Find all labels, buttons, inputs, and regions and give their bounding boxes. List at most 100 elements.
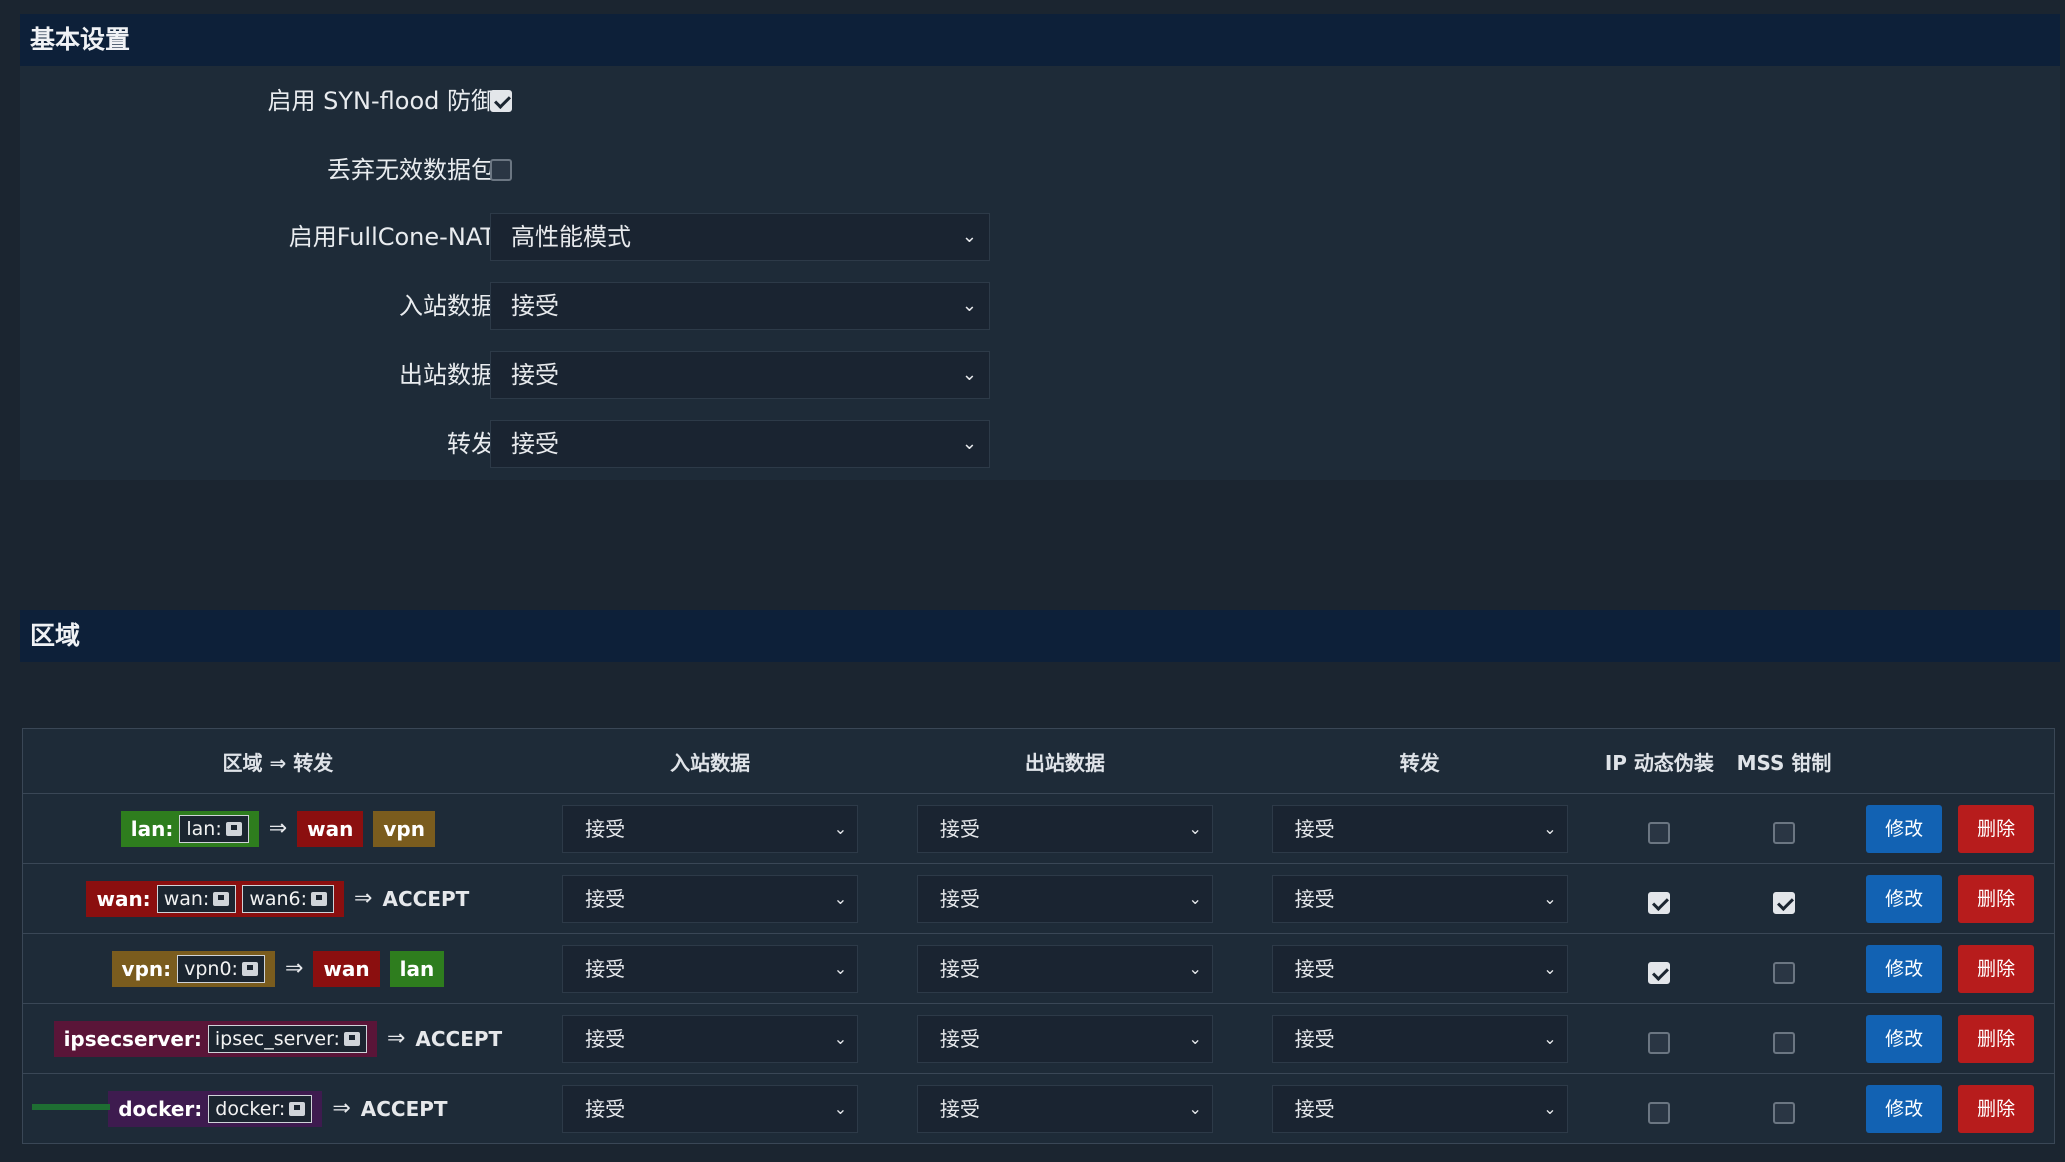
edit-button[interactable]: 修改	[1866, 1014, 1943, 1063]
mss-checkbox-wrap	[1773, 956, 1796, 984]
syn-flood-checkbox[interactable]	[490, 90, 512, 112]
output-value: 接受	[939, 1096, 980, 1121]
masq-cell	[1597, 1073, 1722, 1144]
forward-value: 接受	[1294, 816, 1335, 841]
drop-invalid-checkbox[interactable]	[490, 159, 512, 181]
zone-name: ipsecserver:	[63, 1026, 202, 1051]
interface-badge: wan6:	[242, 884, 335, 913]
input-select[interactable]: 接受 ⌄	[562, 944, 859, 993]
input-value: 接受	[585, 956, 626, 981]
output-value: 接受	[939, 886, 980, 911]
delete-button[interactable]: 删除	[1958, 1014, 2035, 1063]
chevron-down-icon: ⌄	[1543, 888, 1557, 908]
input-select[interactable]: 接受 ⌄	[490, 282, 990, 330]
masq-checkbox-wrap	[1648, 886, 1671, 914]
input-value: 接受	[585, 1026, 626, 1051]
masq-checkbox[interactable]	[1648, 891, 1671, 914]
chevron-down-icon: ⌄	[833, 958, 848, 978]
chevron-down-icon: ⌄	[1188, 818, 1202, 838]
delete-button[interactable]: 删除	[1958, 1084, 2035, 1133]
forward-select[interactable]: 接受 ⌄	[1271, 1084, 1568, 1133]
forward-select[interactable]: 接受 ⌄	[1271, 804, 1568, 853]
forward-select[interactable]: 接受 ⌄	[1271, 944, 1568, 993]
interface-name: ipsec_server:	[214, 1027, 340, 1050]
chevron-down-icon: ⌄	[1188, 1028, 1202, 1048]
delete-button[interactable]: 删除	[1958, 804, 2035, 853]
chevron-down-icon: ⌄	[1188, 958, 1202, 978]
output-select[interactable]: 接受 ⌄	[916, 1084, 1213, 1133]
forward-policy: ACCEPT	[382, 886, 470, 911]
mss-checkbox-wrap	[1773, 1096, 1796, 1124]
forward-select[interactable]: 接受 ⌄	[1271, 1014, 1568, 1063]
input-cell: 接受 ⌄	[532, 863, 888, 934]
output-select[interactable]: 接受 ⌄	[490, 351, 990, 399]
edit-button[interactable]: 修改	[1866, 804, 1943, 853]
output-select[interactable]: 接受 ⌄	[916, 944, 1213, 993]
edit-button[interactable]: 修改	[1866, 874, 1943, 923]
delete-button[interactable]: 删除	[1958, 944, 2035, 993]
fullcone-label: 启用FullCone-NAT	[288, 223, 495, 251]
actions-cell: 修改 删除	[1846, 793, 2055, 864]
actions-cell: 修改 删除	[1846, 1073, 2055, 1144]
input-select[interactable]: 接受 ⌄	[562, 1014, 859, 1063]
output-cell: 接受 ⌄	[887, 793, 1243, 864]
zones-table: 区域 ⇒ 转发 入站数据 出站数据 转发 IP 动态伪装 MSS 钳制 lan:…	[22, 728, 2055, 1144]
mss-checkbox[interactable]	[1773, 1031, 1796, 1054]
chevron-down-icon: ⌄	[961, 295, 977, 316]
header-mss: MSS 钳制	[1721, 728, 1847, 794]
mss-checkbox[interactable]	[1773, 1101, 1796, 1124]
output-select[interactable]: 接受 ⌄	[916, 874, 1213, 923]
delete-button[interactable]: 删除	[1958, 874, 2035, 923]
table-row: ipsecserver: ipsec_server: ⇒ ACCEPT 接受 ⌄ 接受 ⌄ 接受…	[22, 1003, 2055, 1074]
network-port-icon	[343, 1031, 360, 1046]
masq-checkbox-wrap	[1648, 1096, 1671, 1124]
fullcone-row: 启用FullCone-NAT 高性能模式 ⌄	[20, 212, 1020, 262]
network-port-icon	[225, 821, 242, 836]
masq-checkbox[interactable]	[1648, 1031, 1671, 1054]
forward-value: 接受	[1294, 1096, 1335, 1121]
forward-select[interactable]: 接受 ⌄	[490, 420, 990, 468]
input-select[interactable]: 接受 ⌄	[562, 804, 859, 853]
section-title: 区域	[20, 610, 2060, 662]
chevron-down-icon: ⌄	[961, 364, 977, 385]
header-output: 出站数据	[887, 728, 1243, 794]
output-value: 接受	[939, 956, 980, 981]
input-value: 接受	[511, 292, 559, 320]
interface-badge: ipsec_server:	[207, 1024, 367, 1053]
output-select[interactable]: 接受 ⌄	[916, 804, 1213, 853]
masq-checkbox[interactable]	[1648, 1101, 1671, 1124]
input-select[interactable]: 接受 ⌄	[562, 1084, 859, 1133]
masq-checkbox[interactable]	[1648, 821, 1671, 844]
zone-cell: ipsecserver: ipsec_server: ⇒ ACCEPT	[22, 1003, 533, 1074]
header-actions	[1846, 728, 2055, 794]
basic-settings-body: 启用 SYN-flood 防御 丢弃无效数据包 启用FullCone-NAT 高…	[20, 66, 2060, 480]
actions-cell: 修改 删除	[1846, 933, 2055, 1004]
masq-cell	[1597, 1003, 1722, 1074]
fullcone-select[interactable]: 高性能模式 ⌄	[490, 213, 990, 261]
output-select[interactable]: 接受 ⌄	[916, 1014, 1213, 1063]
mss-checkbox[interactable]	[1773, 821, 1796, 844]
input-select[interactable]: 接受 ⌄	[562, 874, 859, 923]
forward-policy: ACCEPT	[415, 1026, 503, 1051]
masq-checkbox[interactable]	[1648, 961, 1671, 984]
interface-badge: lan:	[179, 814, 249, 843]
zones-section: 区域 区域 ⇒ 转发 入站数据 出站数据 转发 IP 动态伪装 MSS 钳制 l…	[20, 610, 2060, 1162]
zone-forward-group: lan: lan: ⇒ wan vpn	[23, 810, 533, 847]
zone-badge: docker: docker:	[108, 1090, 323, 1127]
output-label: 出站数据	[399, 361, 495, 389]
input-value: 接受	[585, 1096, 626, 1121]
forward-value: 接受	[1294, 1026, 1335, 1051]
edit-button[interactable]: 修改	[1866, 1084, 1943, 1133]
mss-checkbox[interactable]	[1773, 961, 1796, 984]
edit-button[interactable]: 修改	[1866, 944, 1943, 993]
chevron-down-icon: ⌄	[1543, 1028, 1557, 1048]
basic-settings-section: 基本设置 启用 SYN-flood 防御 丢弃无效数据包 启用FullCone-…	[20, 14, 2060, 480]
interface-badge: vpn0:	[177, 954, 265, 983]
header-input: 入站数据	[532, 728, 888, 794]
forward-select[interactable]: 接受 ⌄	[1271, 874, 1568, 923]
mss-checkbox-wrap	[1773, 886, 1796, 914]
chevron-down-icon: ⌄	[1188, 1098, 1202, 1118]
masq-cell	[1597, 793, 1722, 864]
mss-checkbox[interactable]	[1773, 891, 1796, 914]
add-button-partial[interactable]	[32, 1104, 110, 1110]
